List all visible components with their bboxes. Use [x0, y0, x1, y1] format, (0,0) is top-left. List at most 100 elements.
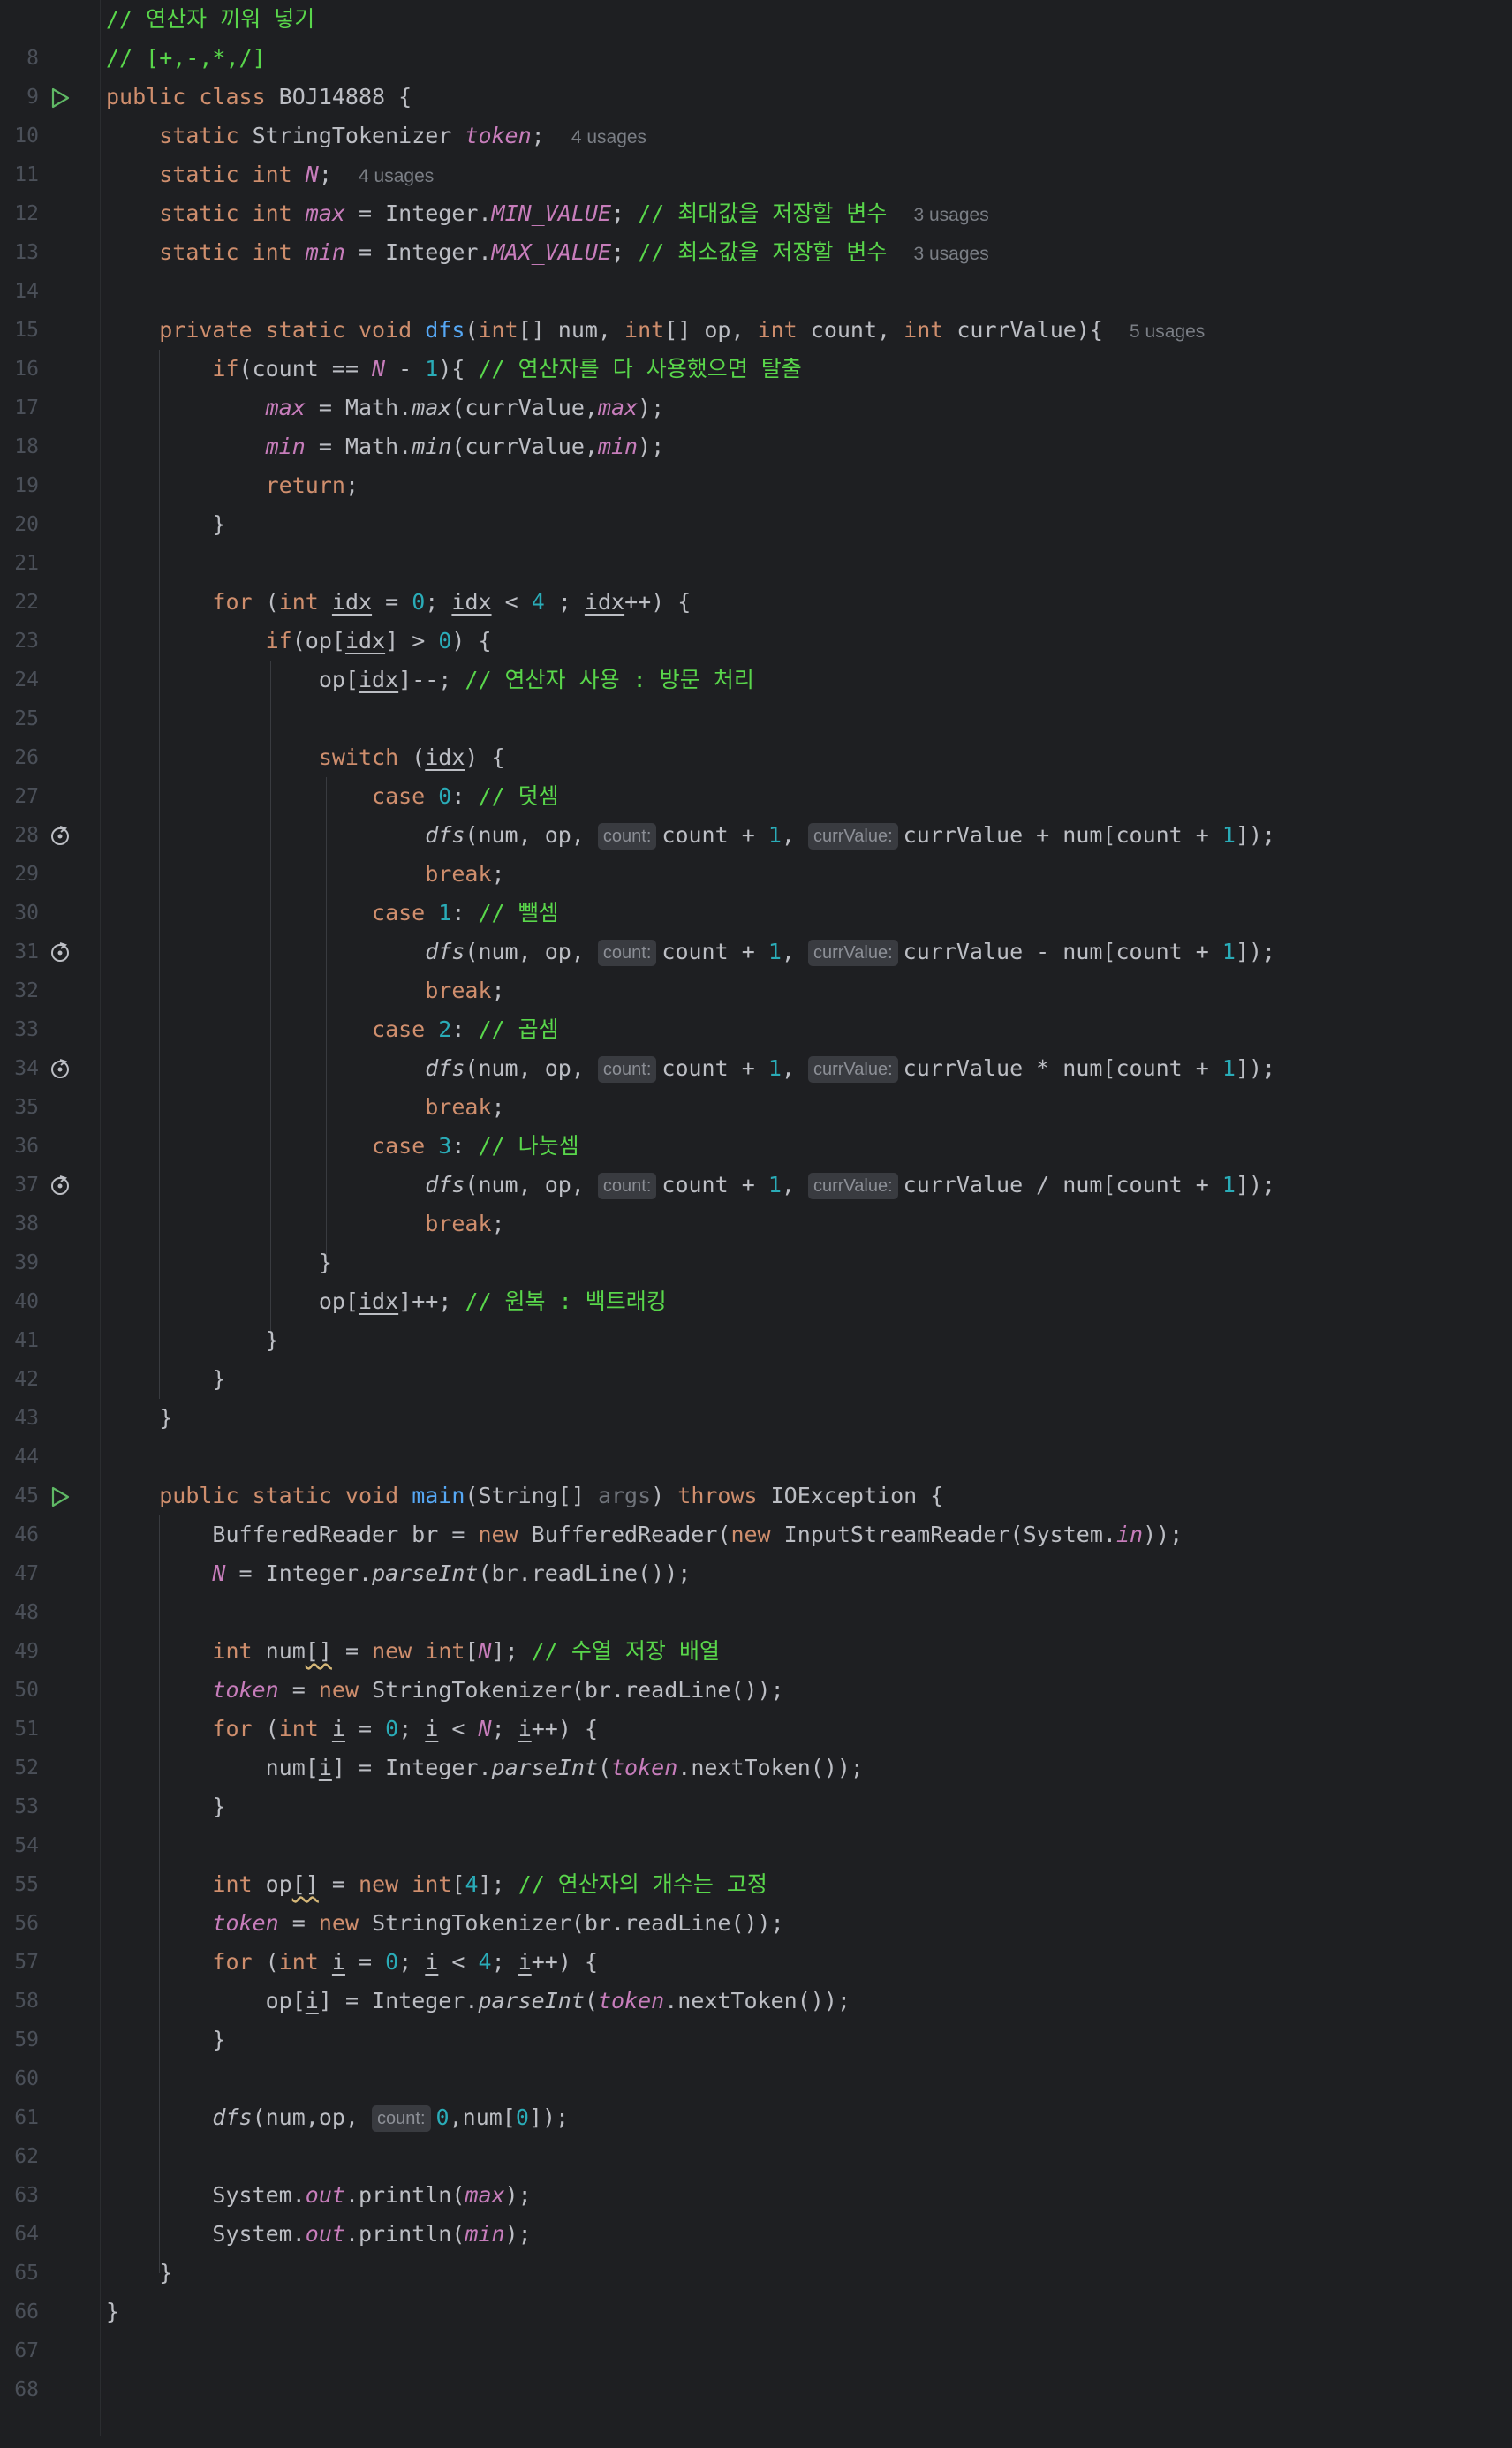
line-content: }	[106, 1366, 226, 1392]
code-line[interactable]: 53 num[i] = Integer.parseInt(token.nextT…	[0, 1749, 1512, 1818]
code-line[interactable]: 12 static int N; 4 usages	[0, 155, 1512, 225]
code-line[interactable]: 33 break;	[0, 971, 1512, 1041]
code-line[interactable]: 42 }	[0, 1321, 1512, 1391]
run-gutter-icon[interactable]	[49, 87, 72, 110]
line-content: }	[106, 1794, 226, 1819]
code-comment: // 원복 : 백트래킹	[465, 1288, 667, 1314]
code-line[interactable]: 54 }	[0, 1787, 1512, 1857]
line-content: static int min = Integer.MAX_VALUE; // 최…	[159, 239, 989, 265]
code-line[interactable]: 25 op[idx]--; // 연산자 사용 : 방문 처리	[0, 661, 1512, 730]
code-line[interactable]: 50 int num[] = new int[N]; // 수열 저장 배열	[0, 1632, 1512, 1702]
code-line[interactable]: 11 static StringTokenizer token; 4 usage…	[0, 117, 1512, 186]
code-line[interactable]: 23 for (int idx = 0; idx < 4 ; idx++) {	[0, 583, 1512, 653]
line-content: dfs(num, op, count: count + 1, currValue:…	[425, 1055, 1276, 1083]
code-line[interactable]: 43 }	[0, 1360, 1512, 1430]
line-content: case 2: // 곱셈	[372, 1016, 559, 1042]
line-content: break;	[425, 978, 505, 1003]
code-line[interactable]: 9 // [+,-,*,/]	[0, 39, 1512, 109]
code-line[interactable]: 26	[0, 699, 1512, 769]
code-line[interactable]: 36 break;	[0, 1088, 1512, 1158]
code-line[interactable]: 62 dfs(num,op, count: 0,num[0]);	[0, 2098, 1512, 2168]
code-line[interactable]: 61	[0, 2059, 1512, 2129]
code-line[interactable]: 68	[0, 2331, 1512, 2401]
line-content: op[idx]++; // 원복 : 백트래킹	[106, 1288, 667, 1314]
code-line[interactable]: 63	[0, 2137, 1512, 2207]
code-line[interactable]: 60 }	[0, 2021, 1512, 2090]
code-line[interactable]: 49	[0, 1593, 1512, 1663]
code-line[interactable]: 30 break;	[0, 855, 1512, 925]
inlay-hint-count: count:	[597, 1173, 657, 1199]
usages-hint[interactable]: 4 usages	[571, 127, 646, 147]
code-line[interactable]: 59 op[i] = Integer.parseInt(token.nextTo…	[0, 1982, 1512, 2051]
code-line[interactable]: 31 case 1: // 뺄셈	[0, 894, 1512, 963]
code-line[interactable]: 48 N = Integer.parseInt(br.readLine());	[0, 1554, 1512, 1624]
recursive-call-icon[interactable]	[49, 941, 72, 964]
code-line[interactable]: 40 }	[0, 1243, 1512, 1313]
code-line[interactable]: 37 case 3: // 나눗셈	[0, 1127, 1512, 1197]
line-content: token = new StringTokenizer(br.readLine(…	[212, 1910, 784, 1936]
code-line[interactable]: 52 for (int i = 0; i < N; i++) {	[0, 1710, 1512, 1779]
code-line[interactable]: 10 public class BOJ14888 {	[0, 78, 1512, 147]
usages-hint[interactable]: 3 usages	[913, 205, 988, 225]
line-content: max = Math.max(currValue,max);	[265, 395, 665, 420]
line-content: // [+,-,*,/]	[106, 39, 266, 78]
line-content: private static void dfs(int[] num, int[]…	[159, 317, 1206, 343]
code-line[interactable]: 17 if(count == N - 1){ // 연산자를 다 사용했으면 탈…	[0, 350, 1512, 419]
recursive-call-icon[interactable]	[49, 1175, 72, 1198]
code-line[interactable]: 47 BufferedReader br = new BufferedReade…	[0, 1515, 1512, 1585]
code-line[interactable]: 55	[0, 1826, 1512, 1896]
line-content: break;	[425, 1211, 505, 1236]
code-line[interactable]: 45	[0, 1438, 1512, 1507]
code-line[interactable]: 20 return;	[0, 466, 1512, 536]
line-content: static int max = Integer.MIN_VALUE; // 최…	[159, 200, 989, 226]
code-line[interactable]: 64 System.out.println(max);	[0, 2176, 1512, 2246]
code-line[interactable]: 13 static int max = Integer.MIN_VALUE; /…	[0, 194, 1512, 264]
usages-hint[interactable]: 3 usages	[913, 244, 988, 264]
line-content: case 1: // 뺄셈	[372, 900, 559, 926]
code-line[interactable]: 15	[0, 272, 1512, 342]
code-line[interactable]: 35 dfs(num, op, count: count + 1, currVal…	[0, 1049, 1512, 1119]
code-line[interactable]: 58 for (int i = 0; i < 4; i++) {	[0, 1943, 1512, 2013]
usages-hint[interactable]: 4 usages	[359, 166, 434, 186]
code-line[interactable]: 29 dfs(num, op, count: count + 1, currVal…	[0, 816, 1512, 886]
line-content: for (int i = 0; i < N; i++) {	[212, 1716, 599, 1742]
code-line[interactable]: 41 op[idx]++; // 원복 : 백트래킹	[0, 1282, 1512, 1352]
code-line[interactable]: 39 break;	[0, 1205, 1512, 1274]
code-line[interactable]: 28 case 0: // 덧셈	[0, 777, 1512, 847]
usages-hint[interactable]: 5 usages	[1130, 321, 1205, 342]
line-content: }	[106, 2260, 173, 2286]
code-line[interactable]: 65 System.out.println(min);	[0, 2215, 1512, 2285]
code-line[interactable]: 14 static int min = Integer.MAX_VALUE; /…	[0, 233, 1512, 303]
code-line[interactable]: 22	[0, 544, 1512, 614]
line-content: break;	[425, 861, 505, 887]
run-gutter-icon[interactable]	[49, 1485, 72, 1508]
line-content: break;	[425, 1094, 505, 1120]
recursive-call-icon[interactable]	[49, 825, 72, 848]
code-comment: // 연산자 끼워 넣기	[106, 6, 315, 32]
code-line[interactable]: 27 switch (idx) {	[0, 738, 1512, 808]
code-line[interactable]: 32 dfs(num, op, count: count + 1, currVal…	[0, 933, 1512, 1002]
inlay-hint-currvalue: currValue:	[807, 1056, 898, 1083]
code-comment: // 연산자의 개수는 고정	[518, 1871, 767, 1897]
code-editor[interactable]: 8 // 연산자 끼워 넣기 9 // [+,-,*,/] 10 public …	[0, 0, 1512, 2436]
line-content: case 0: // 덧셈	[372, 783, 559, 809]
code-line[interactable]: 44 }	[0, 1399, 1512, 1469]
code-line[interactable]: 19 min = Math.min(currValue,min);	[0, 427, 1512, 497]
code-line[interactable]: 38 dfs(num, op, count: count + 1, currVal…	[0, 1166, 1512, 1235]
code-line[interactable]: 57 token = new StringTokenizer(br.readLi…	[0, 1904, 1512, 1974]
code-line[interactable]: 16 private static void dfs(int[] num, in…	[0, 311, 1512, 381]
line-content: for (int idx = 0; idx < 4 ; idx++) {	[212, 589, 692, 615]
code-line[interactable]: 66 }	[0, 2254, 1512, 2323]
code-line[interactable]: 24 if(op[idx] > 0) {	[0, 622, 1512, 691]
code-line[interactable]: 51 token = new StringTokenizer(br.readLi…	[0, 1671, 1512, 1741]
code-line[interactable]: 56 int op[] = new int[4]; // 연산자의 개수는 고정	[0, 1865, 1512, 1935]
code-line[interactable]: 21 }	[0, 505, 1512, 575]
inlay-hint-currvalue: currValue:	[807, 823, 898, 850]
recursive-call-icon[interactable]	[49, 1058, 72, 1081]
code-line[interactable]: 18 max = Math.max(currValue,max);	[0, 389, 1512, 458]
code-line[interactable]: 8 // 연산자 끼워 넣기	[0, 0, 1512, 70]
line-content: static StringTokenizer token; 4 usages	[159, 123, 647, 148]
code-line[interactable]: 34 case 2: // 곱셈	[0, 1010, 1512, 1080]
code-line[interactable]: 46 public static void main(String[] args…	[0, 1477, 1512, 1546]
code-line[interactable]: 67 }	[0, 2293, 1512, 2362]
